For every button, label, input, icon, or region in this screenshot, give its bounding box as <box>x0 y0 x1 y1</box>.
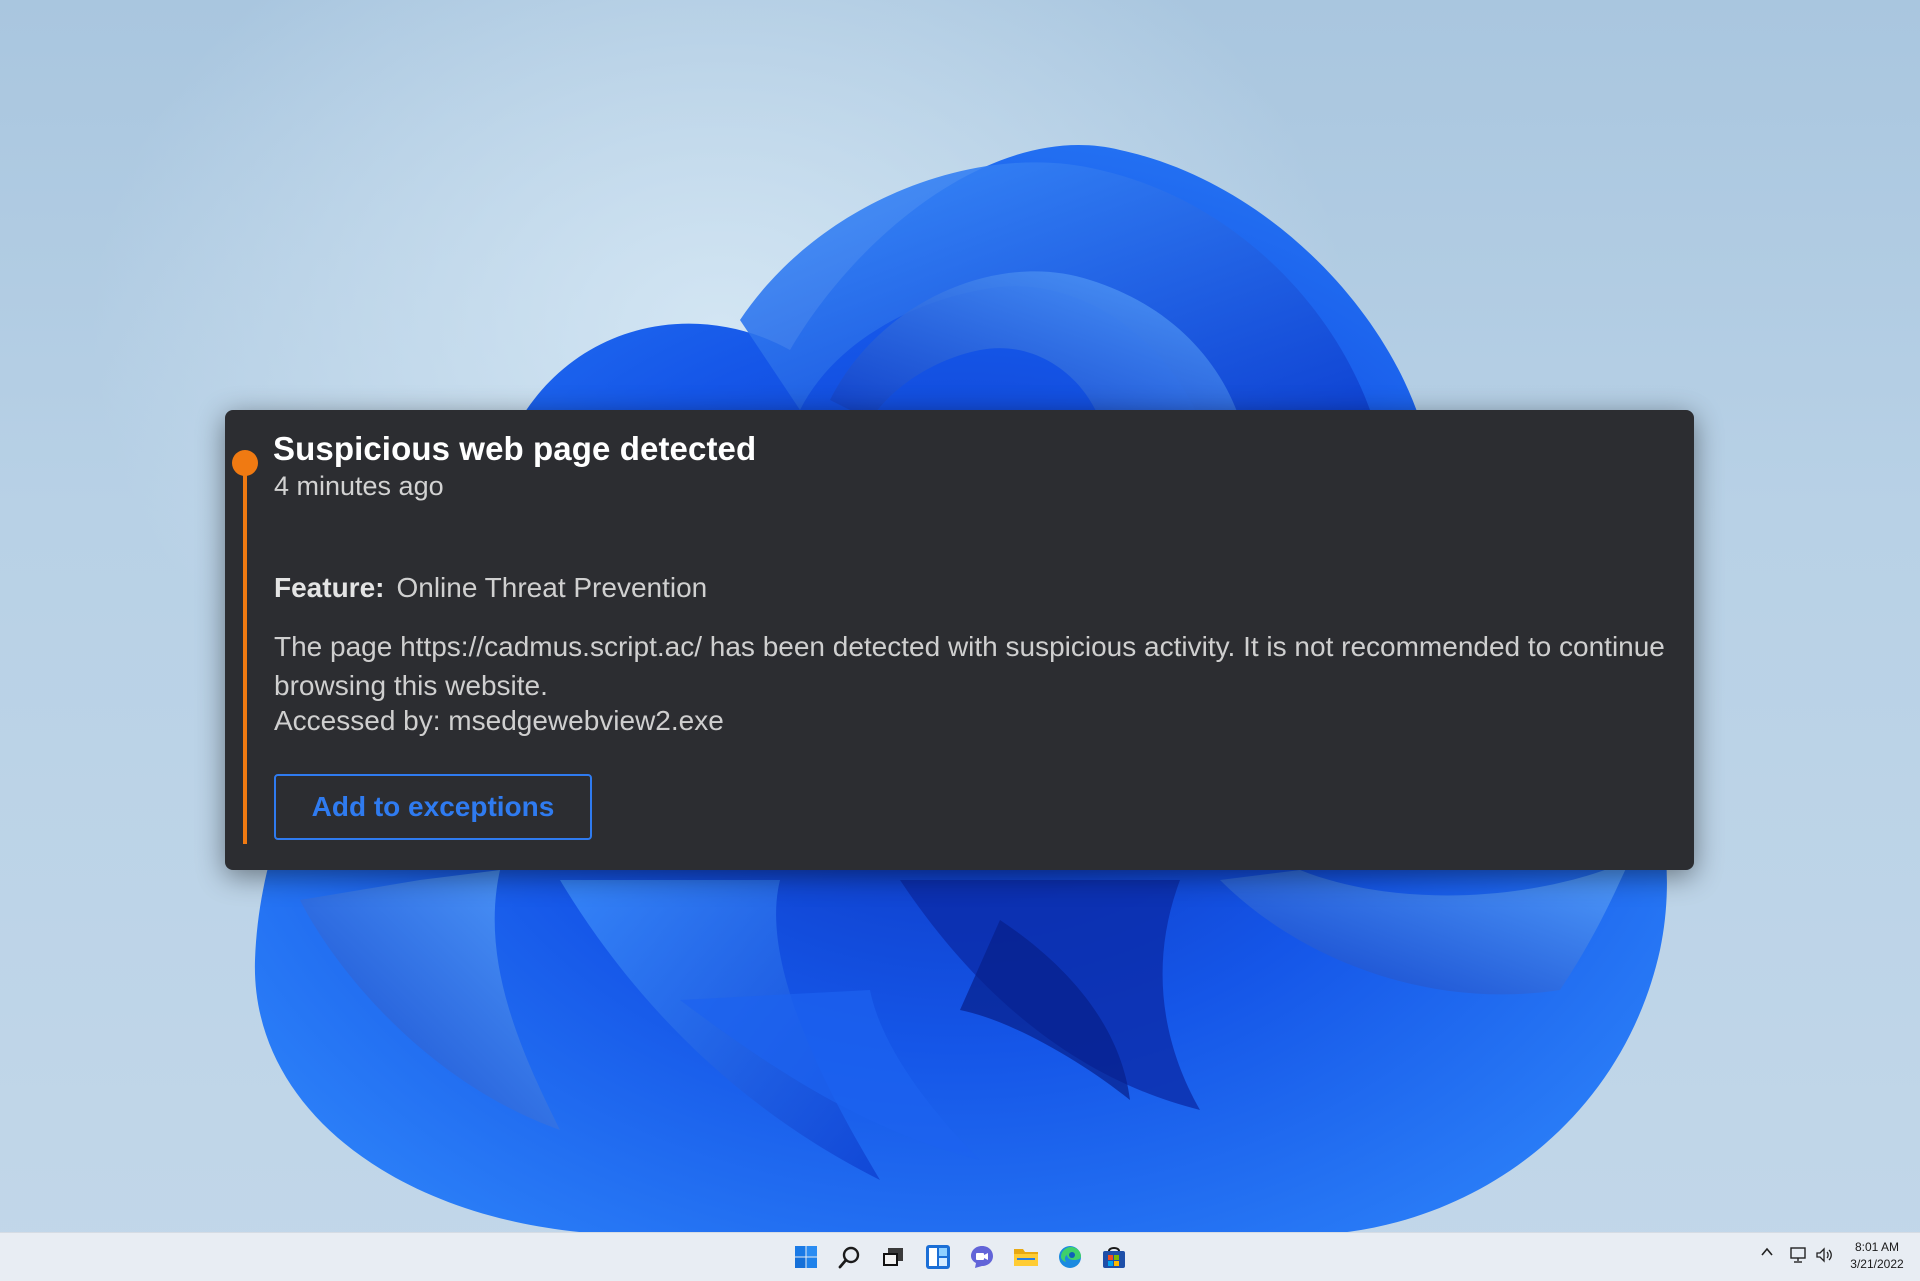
windows-start-icon[interactable] <box>792 1243 820 1271</box>
task-view-icon[interactable] <box>879 1243 907 1271</box>
volume-icon[interactable] <box>1814 1245 1834 1270</box>
network-icon[interactable] <box>1788 1245 1808 1270</box>
add-to-exceptions-button[interactable]: Add to exceptions <box>274 774 592 840</box>
teams-chat-icon[interactable] <box>968 1243 996 1271</box>
search-icon[interactable] <box>836 1243 864 1271</box>
notification-timestamp: 4 minutes ago <box>274 471 444 501</box>
feature-value: Online Threat Prevention <box>396 572 708 603</box>
severity-accent-line <box>243 462 247 844</box>
taskbar: 8:01 AM 3/21/2022 <box>0 1232 1920 1281</box>
clock-date: 3/21/2022 <box>1850 1257 1904 1271</box>
notification-message: The page https://cadmus.script.ac/ has b… <box>274 631 1665 701</box>
show-hidden-icons-chevron[interactable] <box>1760 1245 1774 1264</box>
clock-time: 8:01 AM <box>1854 1240 1900 1254</box>
threat-notification: Suspicious web page detected 4 minutes a… <box>225 410 1694 870</box>
notification-title: Suspicious web page detected <box>273 430 757 467</box>
widgets-icon[interactable] <box>924 1243 952 1271</box>
system-clock[interactable]: 8:01 AM 3/21/2022 <box>1842 1239 1912 1273</box>
file-explorer-icon[interactable] <box>1012 1243 1040 1271</box>
severity-indicator-dot <box>232 450 258 476</box>
accessed-by-text: Accessed by: msedgewebview2.exe <box>274 705 724 736</box>
edge-browser-icon[interactable] <box>1056 1243 1084 1271</box>
feature-row: Feature: Online Threat Prevention <box>274 572 707 604</box>
feature-label: Feature: <box>274 572 385 603</box>
microsoft-store-icon[interactable] <box>1100 1243 1128 1271</box>
